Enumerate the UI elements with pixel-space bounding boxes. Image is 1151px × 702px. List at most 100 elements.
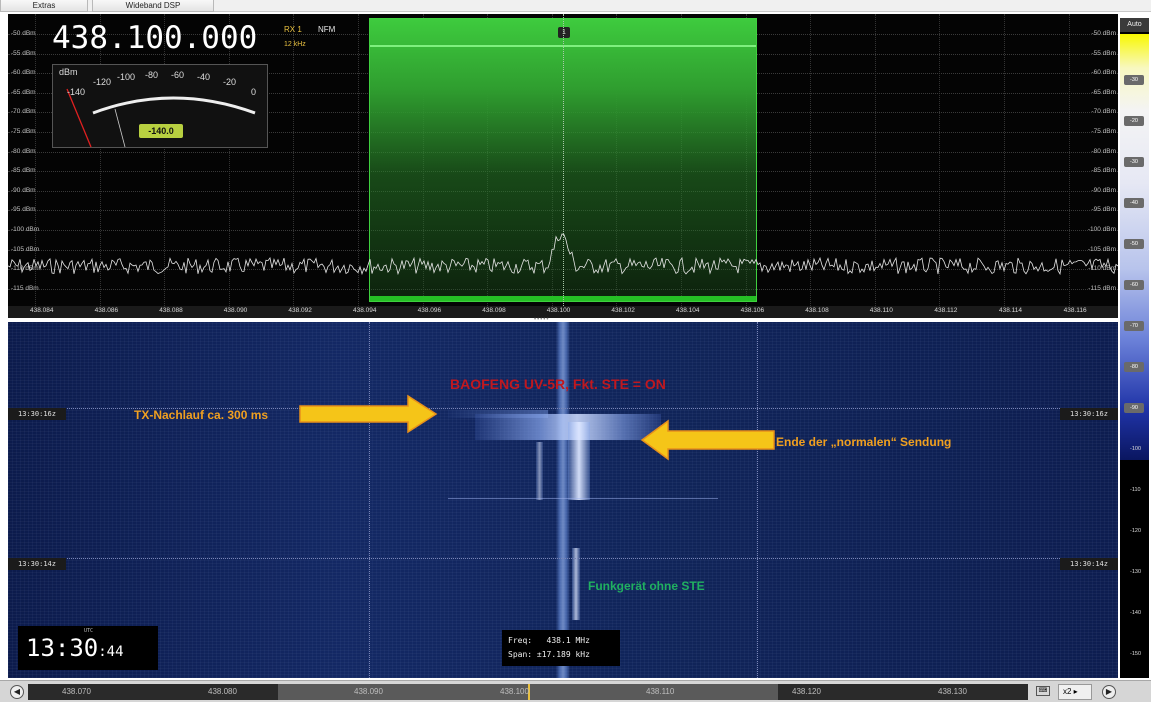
overview-label: 438.110	[646, 687, 675, 696]
dbm-label-right: -60 dBm	[1091, 69, 1116, 77]
dbm-label-right: -100 dBm	[1087, 226, 1116, 233]
level-button[interactable]: -20	[1124, 116, 1144, 126]
dbm-label-right: -80 dBm	[1091, 147, 1116, 155]
s-meter-tick: -80	[145, 70, 158, 80]
tab-wideband-dsp[interactable]: Wideband DSP	[92, 0, 214, 12]
cursor-info-box: Freq: 438.1 MHz Span: ±17.189 kHz	[502, 630, 620, 666]
dbm-label-left: -105 dBm	[11, 245, 40, 253]
span-label: Span:	[508, 650, 533, 659]
spectrum-trace	[8, 233, 1118, 276]
dbm-label-right: -65 dBm	[1091, 88, 1116, 96]
arrow-right-icon	[299, 394, 438, 434]
dbm-label-left: -90 dBm	[11, 186, 36, 194]
bandwidth-label: 12 kHz	[284, 41, 306, 48]
dbm-label-right: -55 dBm	[1091, 49, 1116, 57]
level-button[interactable]: -30	[1124, 157, 1144, 167]
dbm-label-left: -65 dBm	[11, 88, 36, 96]
spectrum-display[interactable]: 1 438.100.000 RX 1 NFM 12 kHz dBm -140 -…	[8, 14, 1118, 306]
dbm-label-left: -55 dBm	[11, 49, 36, 57]
overview-label: 438.130	[938, 687, 967, 696]
dbm-label-right: -75 dBm	[1091, 128, 1116, 135]
freq-axis-label: 438.090	[223, 307, 248, 314]
dbm-label-left: -75 dBm	[11, 128, 36, 135]
s-meter-tick: -140	[67, 87, 85, 97]
dbm-label-left: -95 dBm	[11, 206, 36, 214]
s-meter-tick: -20	[223, 77, 236, 87]
tab-extras[interactable]: Extras	[0, 0, 88, 12]
clock-utc-label: UTC	[84, 628, 94, 634]
s-meter: dBm -140 -120 -100 -80 -60 -40 -20 0 -14…	[52, 64, 268, 148]
level-tick: -120	[1130, 528, 1142, 534]
s-meter-tick: -40	[197, 72, 210, 82]
freq-axis-label: 438.110	[869, 307, 893, 314]
level-button[interactable]: -30	[1124, 75, 1144, 85]
freq-label: Freq:	[508, 636, 533, 645]
dbm-label-left: -110 dBm	[11, 265, 39, 273]
scroll-right-button[interactable]: ▶	[1102, 685, 1116, 699]
freq-axis-label: 438.104	[676, 307, 700, 314]
span-value: ±17.189 kHz	[536, 650, 590, 659]
level-tick: -130	[1130, 569, 1142, 575]
level-tick: -110	[1130, 487, 1141, 493]
s-meter-tick: -100	[117, 72, 135, 82]
level-button[interactable]: -50	[1124, 239, 1144, 249]
level-tick: -140	[1130, 610, 1142, 616]
freq-axis-label: 438.092	[288, 307, 312, 314]
freq-axis-label: 438.112	[934, 307, 958, 314]
utc-clock: UTC 13:30:44	[18, 626, 158, 670]
dbm-label-left: -115 dBm	[11, 284, 39, 292]
auto-level-button[interactable]: Auto	[1120, 18, 1149, 32]
keyboard-icon[interactable]: ⌨	[1036, 686, 1050, 696]
freq-value: 438.1 MHz	[546, 636, 590, 645]
arrow-left-icon	[640, 419, 775, 461]
overview-label: 438.090	[354, 687, 383, 696]
level-button[interactable]: -80	[1124, 362, 1144, 372]
rx-label: RX 1	[284, 25, 302, 34]
overview-label: 438.120	[792, 687, 821, 696]
sdr-window: Extras Wideband DSP 1 438.100.000 RX 1 N…	[0, 0, 1151, 702]
dbm-label-right: -70 dBm	[1091, 108, 1116, 116]
freq-axis-label: 438.100	[546, 307, 571, 314]
band-overview[interactable]: 438.070 438.080 438.090 438.100 438.110 438.1…	[28, 684, 1028, 700]
dbm-label-right: -110 dBm	[1088, 265, 1116, 273]
dbm-label-left: -60 dBm	[11, 69, 36, 77]
level-tick: -150	[1130, 651, 1142, 657]
frequency-display[interactable]: 438.100.000	[52, 20, 257, 56]
level-tick: -100	[1130, 446, 1142, 452]
zoom-select[interactable]: x2 ▸	[1058, 684, 1092, 700]
dbm-label-right: -50 dBm	[1091, 30, 1116, 37]
level-button[interactable]: -40	[1124, 198, 1144, 208]
level-button[interactable]: -70	[1124, 321, 1144, 331]
dbm-label-left: -85 dBm	[11, 167, 36, 175]
dbm-label-right: -85 dBm	[1091, 167, 1116, 175]
freq-axis-label: 438.106	[740, 307, 765, 314]
dbm-label-right: -90 dBm	[1091, 186, 1116, 194]
dbm-label-left: -80 dBm	[11, 147, 36, 155]
overview-label: 438.080	[208, 687, 237, 696]
overview-label: 438.100	[500, 687, 529, 696]
mode-label[interactable]: NFM	[318, 25, 335, 34]
freq-axis-label: 438.084	[30, 307, 54, 314]
s-meter-tick: 0	[251, 87, 256, 97]
bottom-toolbar: ◀ 438.070 438.080 438.090 438.100 438.110 438…	[0, 680, 1151, 702]
freq-axis-label: 438.116	[1063, 307, 1087, 314]
dbm-label-left: -70 dBm	[11, 108, 36, 116]
level-button[interactable]: -90	[1124, 403, 1144, 413]
freq-axis-label: 438.098	[482, 307, 506, 314]
frequency-axis[interactable]: 438.084 438.086 438.088 438.090 438.092 438.0…	[8, 306, 1118, 318]
dbm-label-left: -100 dBm	[11, 226, 40, 233]
zoom-value: x2	[1063, 687, 1072, 696]
freq-axis-label: 438.096	[417, 307, 442, 314]
dbm-label-left: -50 dBm	[11, 30, 36, 37]
clock-seconds: :44	[98, 644, 124, 660]
dbm-label-right: -105 dBm	[1087, 245, 1116, 253]
freq-axis-label: 438.108	[805, 307, 829, 314]
s-meter-value: -140.0	[139, 124, 183, 138]
clock-hours-minutes: 13:30	[26, 634, 99, 662]
s-meter-needle	[66, 88, 92, 148]
waterfall-display[interactable]: 13:30:16z 13:30:16z 13:30:14z 13:30:14z …	[8, 322, 1118, 678]
overview-label: 438.070	[62, 687, 91, 696]
scroll-left-button[interactable]: ◀	[10, 685, 24, 699]
level-button[interactable]: -60	[1124, 280, 1144, 290]
dbm-label-right: -95 dBm	[1091, 206, 1116, 214]
